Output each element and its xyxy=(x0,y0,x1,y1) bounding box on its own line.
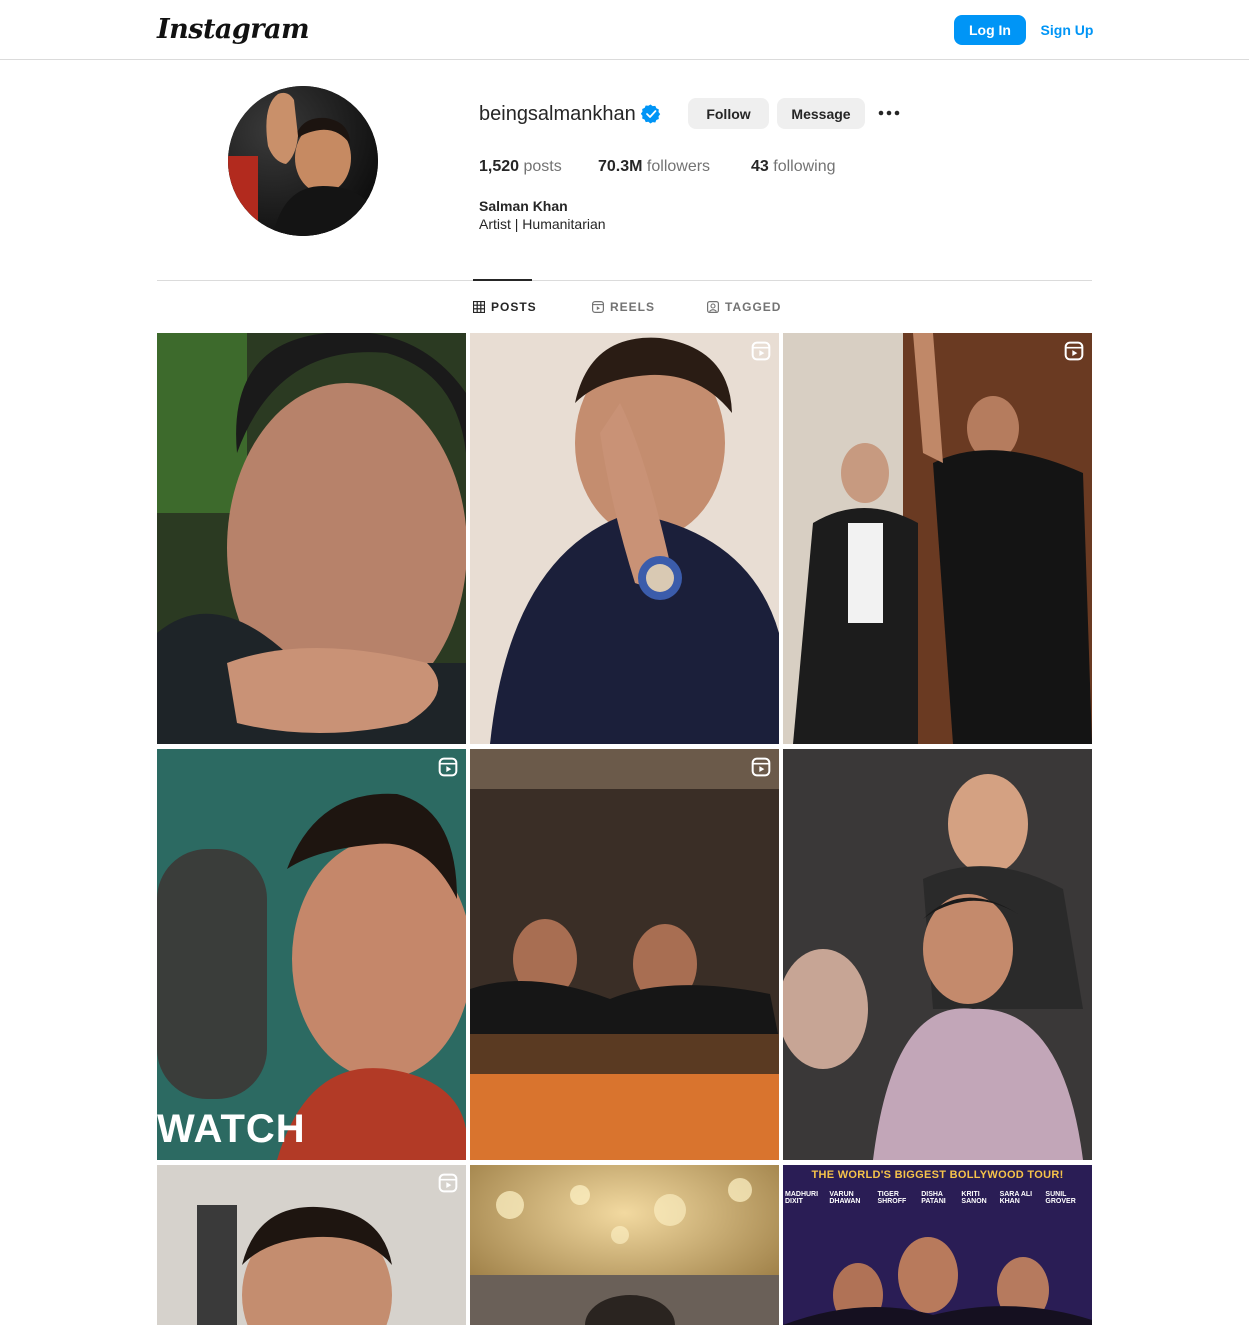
post-tile-9[interactable]: THE WORLD'S BIGGEST BOLLYWOOD TOUR! MADH… xyxy=(783,1165,1092,1325)
post-image xyxy=(157,1165,466,1325)
tab-posts[interactable]: POSTS xyxy=(473,300,537,314)
following-count: 43 xyxy=(751,158,769,175)
post-image xyxy=(470,333,779,744)
profile-avatar[interactable] xyxy=(228,86,378,236)
reel-indicator-icon xyxy=(1064,341,1084,361)
reel-indicator-icon xyxy=(438,1173,458,1193)
post-image xyxy=(470,1165,779,1325)
posts-stat: 1,520 posts xyxy=(479,158,562,176)
instagram-logo[interactable]: Instagram xyxy=(157,14,310,45)
tab-tagged[interactable]: TAGGED xyxy=(707,300,781,314)
poster-names: MADHURI DIXIT VARUN DHAWAN TIGER SHROFF … xyxy=(785,1191,1090,1205)
more-horizontal-icon[interactable] xyxy=(877,104,901,122)
post-tile-7[interactable] xyxy=(157,1165,466,1325)
tab-posts-label: POSTS xyxy=(491,300,537,314)
post-image xyxy=(783,1165,1092,1325)
poster-name: TIGER SHROFF xyxy=(877,1191,907,1205)
post-image xyxy=(470,749,779,1160)
active-tab-indicator xyxy=(473,279,532,281)
poster-name: SUNIL GROVER xyxy=(1045,1191,1076,1205)
poster-name: SARA ALI KHAN xyxy=(999,1191,1033,1205)
tab-tagged-label: TAGGED xyxy=(725,300,782,314)
reels-icon xyxy=(592,301,604,313)
poster-name: KRITI SANON xyxy=(961,1191,987,1205)
post-tile-6[interactable] xyxy=(783,749,1092,1160)
reel-indicator-icon xyxy=(751,341,771,361)
profile-full-name: Salman Khan xyxy=(479,198,568,214)
profile-bio: Artist | Humanitarian xyxy=(479,216,606,232)
poster-name: DISHA PATANI xyxy=(921,1191,946,1205)
avatar-image xyxy=(228,86,378,236)
profile-username: beingsalmankhan xyxy=(479,103,636,125)
post-tile-2[interactable] xyxy=(470,333,779,744)
following-label: following xyxy=(773,158,836,175)
grid-icon xyxy=(473,301,485,313)
post-overlay-text: WATCH xyxy=(157,1107,306,1151)
poster-name: VARUN DHAWAN xyxy=(829,1191,861,1205)
tab-reels-label: REELS xyxy=(610,300,656,314)
signup-button[interactable]: Sign Up xyxy=(1036,15,1098,45)
followers-label: followers xyxy=(646,158,711,175)
post-image xyxy=(157,333,466,744)
poster-name: MADHURI DIXIT xyxy=(785,1191,819,1205)
followers-stat[interactable]: 70.3M followers xyxy=(598,158,710,176)
post-tile-4[interactable]: WATCH xyxy=(157,749,466,1160)
top-bar: Instagram Log In Sign Up xyxy=(0,0,1249,60)
posts-count: 1,520 xyxy=(479,158,520,175)
followers-count: 70.3M xyxy=(598,158,643,175)
reel-indicator-icon xyxy=(438,757,458,777)
post-tile-5[interactable] xyxy=(470,749,779,1160)
poster-headline: THE WORLD'S BIGGEST BOLLYWOOD TOUR! xyxy=(811,1169,1064,1181)
follow-button[interactable]: Follow xyxy=(688,98,769,129)
post-tile-8[interactable] xyxy=(470,1165,779,1325)
verified-badge-icon xyxy=(641,104,661,124)
tabs-divider xyxy=(157,280,1092,281)
post-image xyxy=(783,333,1092,744)
following-stat[interactable]: 43 following xyxy=(751,158,836,176)
post-tile-1[interactable] xyxy=(157,333,466,744)
post-image xyxy=(157,749,466,1160)
tagged-icon xyxy=(707,301,719,313)
tab-reels[interactable]: REELS xyxy=(592,300,655,314)
post-tile-3[interactable] xyxy=(783,333,1092,744)
posts-label: posts xyxy=(523,158,562,175)
reel-indicator-icon xyxy=(751,757,771,777)
message-button[interactable]: Message xyxy=(777,98,865,129)
login-button[interactable]: Log In xyxy=(954,15,1026,45)
post-image xyxy=(783,749,1092,1160)
